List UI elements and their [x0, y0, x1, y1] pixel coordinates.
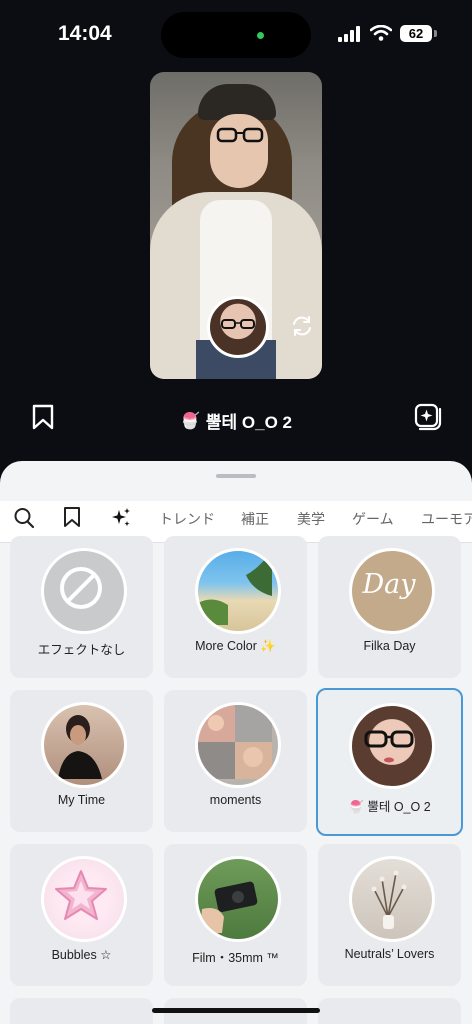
- effect-tile-filka-day[interactable]: Day Filka Day: [318, 536, 461, 678]
- effect-label: My Time: [57, 793, 106, 807]
- pink-star-icon: [55, 870, 107, 920]
- sparkles-tab-icon[interactable]: [108, 506, 132, 530]
- tab-humor[interactable]: ユーモア: [421, 509, 472, 529]
- effect-tile-bubbles[interactable]: Bubbles ☆: [10, 844, 153, 986]
- effect-tile-partial[interactable]: [318, 998, 461, 1024]
- effect-label: 🍧 뿔테 O_O 2: [348, 800, 431, 814]
- status-bar: 14:04 62: [0, 0, 472, 70]
- bookmark-icon[interactable]: [31, 404, 55, 430]
- glasses-face-thumbnail: [349, 703, 435, 789]
- portrait-figure: [58, 715, 102, 779]
- tab-aesthetic[interactable]: 美学: [297, 509, 325, 529]
- effect-tile-none[interactable]: エフェクトなし: [10, 536, 153, 678]
- effect-label: エフェクトなし: [37, 643, 126, 657]
- camera-indicator: [257, 32, 264, 39]
- effect-label: moments: [209, 793, 262, 807]
- day-thumbnail: Day: [349, 548, 435, 634]
- sheet-drag-handle[interactable]: [216, 474, 256, 478]
- branches-vase-icon: [371, 870, 407, 929]
- preview-face: [210, 114, 268, 188]
- flip-camera-icon[interactable]: [290, 314, 314, 338]
- portrait-thumbnail: [41, 702, 127, 788]
- none-thumbnail: [41, 548, 127, 634]
- collage-faces: [198, 705, 272, 779]
- effect-tile-more-color[interactable]: More Color ✨: [164, 536, 307, 678]
- status-time: 14:04: [58, 22, 112, 45]
- effect-label: More Color ✨: [195, 639, 276, 653]
- wifi-icon: [370, 25, 392, 41]
- effect-emoji: 🍧: [179, 412, 200, 430]
- effect-name-label: 뿔테 O_O 2: [205, 413, 292, 432]
- effect-tile-moments[interactable]: moments: [164, 690, 307, 832]
- effect-label: Filka Day: [363, 639, 416, 653]
- preview-glasses: [216, 127, 264, 143]
- effect-tile-neutrals[interactable]: Neutrals’ Lovers: [318, 844, 461, 986]
- branches-thumbnail: [349, 856, 435, 942]
- no-effect-icon: [60, 567, 102, 609]
- effect-tile-film[interactable]: Film・35mm ™: [164, 844, 307, 986]
- saved-tab-bookmark-icon[interactable]: [63, 506, 81, 528]
- beach-thumbnail: [195, 548, 281, 634]
- tab-trend[interactable]: トレンド: [159, 509, 215, 529]
- day-script-text: Day: [362, 569, 416, 600]
- tab-games[interactable]: ゲーム: [352, 509, 394, 529]
- selfie-camera-bubble[interactable]: [207, 296, 269, 358]
- effect-label: Film・35mm ™: [192, 951, 279, 965]
- cellular-signal-icon: [338, 26, 360, 42]
- effect-tile-glasses-selected[interactable]: 🍧 뿔테 O_O 2: [316, 688, 463, 836]
- effect-tile-partial[interactable]: [10, 998, 153, 1024]
- collage-thumbnail: [195, 702, 281, 788]
- effect-gallery-icon[interactable]: [414, 403, 442, 431]
- dynamic-island: [161, 12, 311, 58]
- beach-palm-leaves: [198, 551, 272, 625]
- current-effect-name: 🍧 뿔테 O_O 2: [160, 408, 312, 433]
- home-indicator[interactable]: [152, 1008, 320, 1013]
- battery-indicator: 62: [400, 25, 432, 42]
- star-thumbnail: [41, 856, 127, 942]
- battery-tip: [434, 30, 437, 37]
- film-camera-icon: [200, 881, 258, 933]
- effect-tile-my-time[interactable]: My Time: [10, 690, 153, 832]
- camera-thumbnail: [195, 856, 281, 942]
- effect-label: Neutrals’ Lovers: [344, 947, 435, 961]
- thumbnail-glasses: [364, 730, 414, 763]
- tab-retouch[interactable]: 補正: [241, 509, 269, 529]
- search-icon[interactable]: [13, 506, 35, 530]
- effect-label: Bubbles ☆: [51, 948, 112, 962]
- selfie-glasses: [221, 319, 255, 329]
